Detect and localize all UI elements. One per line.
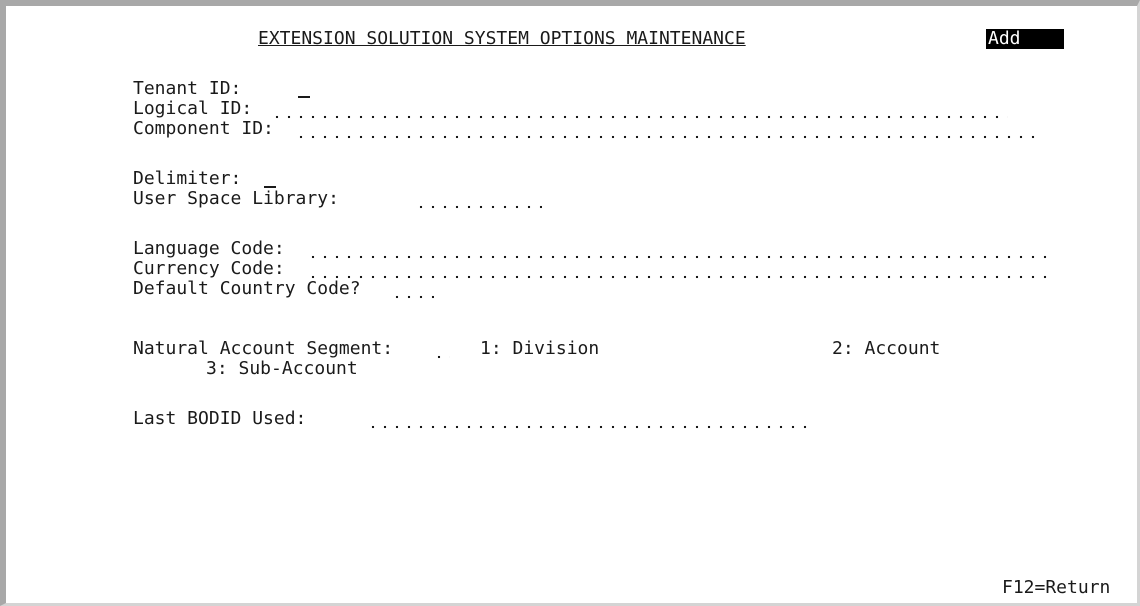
default-country-code-label: Default Country Code? (133, 278, 361, 299)
natural-account-segment-field[interactable] (430, 339, 450, 359)
screen-title: EXTENSION SOLUTION SYSTEM OPTIONS MAINTE… (258, 28, 746, 49)
mode-indicator: Add (986, 29, 1064, 49)
logical-id-label: Logical ID: (133, 98, 253, 119)
segment-option-division: 1: Division (480, 338, 600, 359)
user-space-library-label: User Space Library: (133, 188, 339, 209)
language-code-field[interactable] (304, 239, 1054, 259)
last-bodid-used-field[interactable] (364, 409, 810, 429)
tenant-id-field[interactable] (298, 79, 1008, 99)
segment-option-account: 2: Account (832, 338, 941, 359)
terminal-screen: EXTENSION SOLUTION SYSTEM OPTIONS MAINTE… (0, 0, 1140, 606)
delimiter-field[interactable] (264, 169, 278, 189)
component-id-label: Component ID: (133, 118, 274, 139)
user-space-library-field[interactable] (412, 189, 542, 209)
currency-code-label: Currency Code: (133, 258, 285, 279)
segment-option-sub-account: 3: Sub-Account (206, 358, 358, 379)
natural-account-segment-label: Natural Account Segment: (133, 338, 394, 359)
component-id-field[interactable] (292, 119, 1040, 139)
f12-return-key[interactable]: F12=Return (1002, 578, 1110, 598)
default-country-code-field[interactable] (388, 279, 434, 299)
logical-id-field[interactable] (268, 99, 1008, 119)
last-bodid-used-label: Last BODID Used: (133, 408, 307, 429)
delimiter-label: Delimiter: (133, 168, 242, 189)
currency-code-field[interactable] (304, 259, 1054, 279)
tenant-id-label: Tenant ID: (133, 78, 242, 99)
language-code-label: Language Code: (133, 238, 285, 259)
